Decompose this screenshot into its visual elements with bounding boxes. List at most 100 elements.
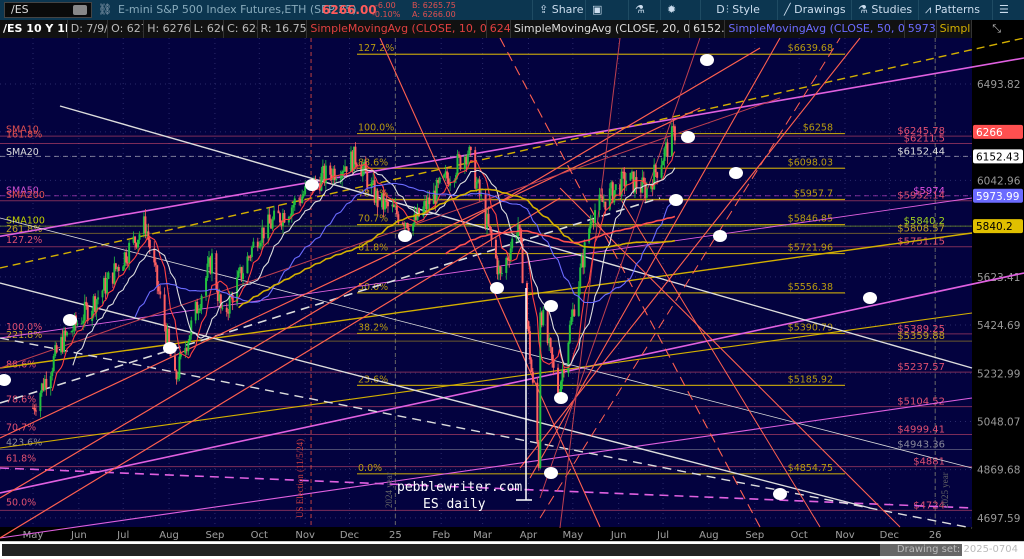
candle-body <box>301 196 304 203</box>
date-tick: Apr <box>520 530 538 541</box>
price-level-label: $5952.14 <box>897 191 945 202</box>
share-icon: ⇪ <box>539 3 552 16</box>
candle-body <box>148 239 151 249</box>
price-tick: 6042.96 <box>977 175 1021 187</box>
price-tick: 5048.07 <box>977 416 1020 428</box>
candle-body <box>599 194 602 197</box>
price-tick: 4869.68 <box>977 465 1020 477</box>
style-button[interactable]: ⫶ Style <box>720 0 760 20</box>
marker-ellipse <box>544 467 558 479</box>
fib-price: $5957.7 <box>794 188 833 199</box>
share-button[interactable]: ⇪ Share <box>532 0 583 20</box>
fib-price: $5185.92 <box>788 374 833 385</box>
fib-price: $6098.03 <box>788 157 833 168</box>
collapse-icon[interactable]: ⤡ <box>971 20 1024 38</box>
date-tick: 25 <box>389 530 402 541</box>
candle-body <box>530 359 533 372</box>
chart-info-bar: /ES 10 Y 1D D: 7/9/25 O: 6272 H: 6276.75… <box>0 20 1024 38</box>
annotation: ES daily <box>423 497 486 512</box>
candle-body <box>117 266 120 271</box>
candle-body <box>271 219 274 229</box>
price-level-label: $6211.5 <box>904 134 945 145</box>
candle-body <box>283 212 286 223</box>
patterns-label: Patterns <box>934 3 981 16</box>
date-tick: Mar <box>473 530 493 541</box>
sma100-study[interactable]: Simple... <box>936 20 972 38</box>
candle-body <box>134 236 137 243</box>
annotation: 2025 year <box>940 472 950 508</box>
candle-body <box>221 307 224 309</box>
menu-icon: ☰ <box>999 3 1009 16</box>
menu-button[interactable]: ☰ <box>992 0 1024 20</box>
candle-body <box>531 371 534 383</box>
candle-body <box>153 248 156 263</box>
candle-body <box>292 204 295 208</box>
candle-body <box>137 239 140 248</box>
price-chart[interactable]: 6493.8262666152.436042.965973.995840.256… <box>0 38 1024 541</box>
fib-percent: 38.2% <box>358 322 388 333</box>
candle-body <box>86 305 89 321</box>
candle-body <box>499 266 502 274</box>
annotation: US Election (11/5/24) <box>295 439 305 518</box>
candle-body <box>601 196 604 202</box>
candle-body <box>105 278 108 294</box>
candle-body <box>673 126 676 141</box>
marker-ellipse <box>63 314 77 326</box>
flask-button[interactable]: ⚗ <box>628 0 658 20</box>
price-level-label: $5104.52 <box>897 397 945 408</box>
candle-body <box>147 231 150 240</box>
sma20-study[interactable]: SimpleMovingAvg (CLOSE, 20, 0, no) <box>510 20 691 38</box>
candle-body <box>273 210 276 220</box>
fib-percent: 61.8% <box>358 243 388 254</box>
fib-percent: 0.0% <box>358 463 382 474</box>
candle-body <box>385 199 388 202</box>
date-tick: Aug <box>159 530 179 541</box>
date-tick: Jul <box>656 530 669 541</box>
candle-body <box>527 321 530 332</box>
candle-body <box>293 198 296 205</box>
symbol-input[interactable]: /ES <box>4 2 92 18</box>
candle-body <box>252 241 255 248</box>
candle-body <box>107 272 110 279</box>
studies-button[interactable]: ⚗ Studies <box>851 0 912 20</box>
price-badge-label: 5973.99 <box>976 191 1019 203</box>
chevron-down-icon[interactable] <box>73 5 87 15</box>
price-level-label: $5237.57 <box>897 362 945 373</box>
candle-body <box>122 266 125 271</box>
candle-body <box>138 234 141 240</box>
candle-body <box>178 356 181 378</box>
candle-body <box>438 177 441 183</box>
marker-ellipse <box>163 342 177 354</box>
candle-body <box>80 323 83 325</box>
candle-body <box>210 253 213 274</box>
candle-body <box>459 155 462 170</box>
price-level-label: $5808.57 <box>897 223 945 234</box>
price-tick: 5232.99 <box>977 368 1020 380</box>
date-tick: Oct <box>790 530 807 541</box>
link-icon[interactable]: ⛓ <box>98 0 112 20</box>
flask-icon: ⚗ <box>858 3 872 16</box>
candle-body <box>570 316 573 325</box>
drawing-set-label[interactable]: Drawing set: 2025-0704 <box>897 544 1018 555</box>
candle-body <box>188 335 191 343</box>
settings-button[interactable]: ✹ <box>660 0 698 20</box>
price-level-label: $6152.44 <box>897 146 945 157</box>
candle-body <box>290 207 293 217</box>
candle-body <box>662 160 665 166</box>
alert-button[interactable]: ▣ <box>585 0 619 20</box>
bar-open: O: 6272 <box>108 20 145 38</box>
marker-ellipse <box>544 300 558 312</box>
candle-body <box>176 377 179 380</box>
sma50-study[interactable]: SimpleMovingAvg (CLOSE, 50, 0, no) <box>725 20 905 38</box>
symbol-value: /ES <box>11 3 29 16</box>
patterns-button[interactable]: ⩘ Patterns <box>918 0 980 20</box>
scroll-track[interactable] <box>2 544 962 556</box>
chart-scrollbar[interactable]: Drawing set: 2025-0704 <box>0 541 1024 559</box>
marker-ellipse <box>863 292 877 304</box>
drawings-button[interactable]: ╱ Drawings <box>777 0 846 20</box>
candle-body <box>466 153 469 165</box>
candle-body <box>509 248 512 261</box>
fib-price: $5721.96 <box>788 243 833 254</box>
sma10-study[interactable]: SimpleMovingAvg (CLOSE, 10, 0, no) <box>307 20 487 38</box>
candle-body <box>511 238 514 249</box>
